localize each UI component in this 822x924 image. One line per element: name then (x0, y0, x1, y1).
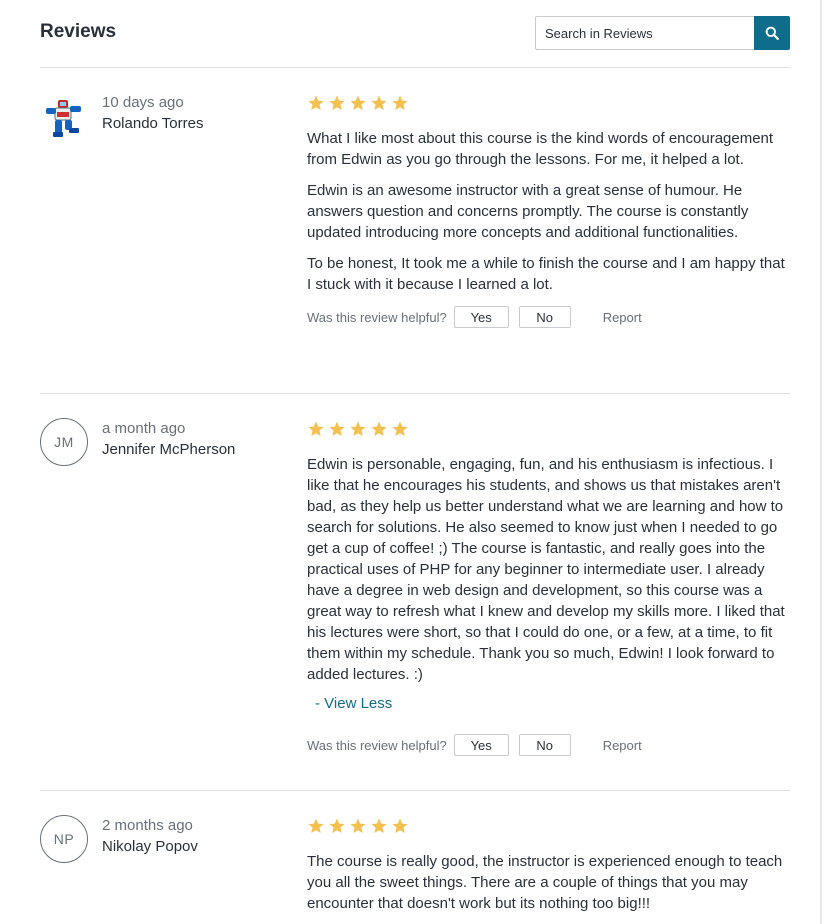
star-icon (329, 95, 345, 110)
page-title: Reviews (40, 21, 117, 42)
star-icon (371, 95, 387, 110)
review-paragraph: Edwin is personable, engaging, fun, and … (307, 456, 785, 683)
helpful-label: Was this review helpful? (307, 737, 447, 753)
review-body: The course is really good, the instructo… (307, 817, 792, 924)
view-less-link[interactable]: - View Less (315, 695, 392, 712)
star-rating (307, 94, 792, 114)
review-paragraph: To be honest, It took me a while to fini… (307, 255, 785, 293)
avatar: NP (40, 815, 88, 863)
star-icon (350, 818, 366, 833)
search-box (535, 16, 790, 50)
review-body: What I like most about this course is th… (307, 94, 792, 329)
reviewer-name: Nikolay Popov (102, 838, 198, 855)
star-icon (308, 421, 324, 436)
review-paragraph: The course is really good, the instructo… (307, 853, 783, 912)
helpful-yes-button[interactable]: Yes (453, 306, 509, 328)
divider (40, 393, 790, 394)
search-input[interactable] (535, 16, 754, 50)
star-icon (329, 818, 345, 833)
report-link[interactable]: Report (603, 310, 642, 325)
star-icon (371, 421, 387, 436)
helpful-row: Was this review helpful? Yes No Report (307, 305, 792, 329)
star-icon (392, 818, 408, 833)
review-text: What I like most about this course is th… (307, 128, 792, 295)
helpful-label: Was this review helpful? (307, 309, 447, 325)
review-text: Edwin is personable, engaging, fun, and … (307, 454, 792, 685)
star-icon (308, 818, 324, 833)
review-text: The course is really good, the instructo… (307, 851, 792, 914)
star-icon (392, 421, 408, 436)
review-paragraph: What I like most about this course is th… (307, 130, 774, 168)
avatar (40, 94, 88, 142)
review-body: Edwin is personable, engaging, fun, and … (307, 420, 792, 757)
review-date: 2 months ago (102, 817, 193, 834)
review-date: a month ago (102, 420, 186, 437)
helpful-no-button[interactable]: No (518, 306, 571, 328)
review-paragraph: Edwin is an awesome instructor with a gr… (307, 182, 749, 241)
divider (40, 67, 790, 68)
star-icon (350, 95, 366, 110)
review-date: 10 days ago (102, 94, 184, 111)
star-icon (371, 818, 387, 833)
helpful-row: Was this review helpful? Yes No Report (307, 733, 792, 757)
avatar: JM (40, 418, 88, 466)
star-icon (308, 95, 324, 110)
star-rating (307, 817, 792, 837)
helpful-no-button[interactable]: No (518, 734, 571, 756)
star-icon (329, 421, 345, 436)
helpful-yes-button[interactable]: Yes (453, 734, 509, 756)
reviewer-name: Rolando Torres (102, 115, 204, 132)
star-rating (307, 420, 792, 440)
star-icon (350, 421, 366, 436)
star-icon (392, 95, 408, 110)
search-icon (765, 26, 779, 40)
report-link[interactable]: Report (603, 738, 642, 753)
divider (40, 790, 790, 791)
reviews-header: Reviews (40, 16, 790, 50)
reviewer-name: Jennifer McPherson (102, 441, 236, 458)
robot-avatar-image (46, 100, 81, 137)
search-button[interactable] (754, 16, 790, 50)
